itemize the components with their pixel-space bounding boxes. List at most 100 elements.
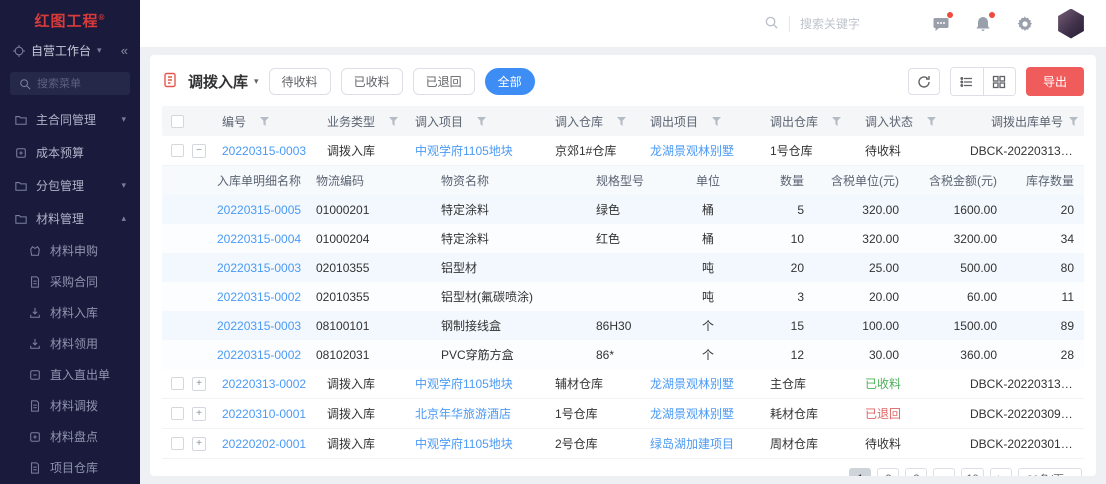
collapse-row-toggle[interactable]: − <box>192 144 206 158</box>
subtable-header-row: 入库单明细名称 物流编码 物资名称 规格型号 单位 数量 含税单位(元) 含税金… <box>162 166 1084 195</box>
export-button[interactable]: 导出 <box>1026 67 1084 96</box>
page-button[interactable]: 10 <box>961 468 983 476</box>
page-button[interactable]: 1 <box>849 468 871 476</box>
out-project-link[interactable]: 龙湖景观林别墅 <box>650 144 734 158</box>
expand-row-toggle[interactable]: + <box>192 377 206 391</box>
out-project-link[interactable]: 龙湖景观林别墅 <box>650 377 734 391</box>
in-project-link[interactable]: 中观学府1105地块 <box>415 437 513 451</box>
filter-icon[interactable] <box>389 117 398 126</box>
budget-icon <box>14 146 27 159</box>
page-button[interactable]: 3 <box>905 468 927 476</box>
sidebar-item-material-mgmt[interactable]: 材料管理▴ <box>0 202 140 235</box>
view-switcher <box>950 67 1016 96</box>
sidebar-item-cost-budget[interactable]: 成本预算 <box>0 136 140 169</box>
stocktake-icon <box>28 430 41 443</box>
notification-dot <box>947 12 953 18</box>
in-project-link[interactable]: 中观学府1105地块 <box>415 144 513 158</box>
chevron-down-icon: ▾ <box>1069 475 1073 477</box>
message-icon[interactable] <box>930 13 952 35</box>
gear-icon[interactable] <box>1014 13 1036 35</box>
row-checkbox[interactable] <box>171 407 184 420</box>
sidebar-item-stocktake[interactable]: 材料盘点 <box>0 421 140 452</box>
filter-icon[interactable] <box>617 117 626 126</box>
filter-icon[interactable] <box>260 117 269 126</box>
main-area: 调拨入库 ▾ 待收料 已收料 已退回 全部 导出 <box>140 0 1106 484</box>
sidebar-item-direct-in-out[interactable]: 直入直出单 <box>0 359 140 390</box>
detail-link[interactable]: 20220315-0005 <box>217 203 301 217</box>
grid-view-icon[interactable] <box>983 68 1015 95</box>
detail-link[interactable]: 20220315-0003 <box>217 261 301 275</box>
sidebar-item-main-contract[interactable]: 主合同管理▾ <box>0 103 140 136</box>
search-icon <box>18 77 31 90</box>
global-search[interactable] <box>764 15 910 33</box>
page-title: 调拨入库 <box>188 71 248 92</box>
record-id-link[interactable]: 20220310-0001 <box>222 407 306 421</box>
filter-icon[interactable] <box>927 117 936 126</box>
content: 调拨入库 ▾ 待收料 已收料 已退回 全部 导出 <box>140 47 1106 484</box>
page-ellipsis[interactable]: ··· <box>933 468 955 476</box>
sidebar-item-subcontract[interactable]: 分包管理▾ <box>0 169 140 202</box>
record-id-link[interactable]: 20220202-0001 <box>222 437 306 451</box>
filter-icon[interactable] <box>832 117 841 126</box>
table-row: − 20220315-0003 调拨入库 中观学府1105地块 京郊1#仓库 龙… <box>162 136 1084 166</box>
page-size-select[interactable]: 20条/页▾ <box>1018 468 1082 476</box>
sidebar-item-material-transfer[interactable]: 材料调拨 <box>0 390 140 421</box>
sidebar-item-purchase-contract[interactable]: 采购合同 <box>0 266 140 297</box>
detail-link[interactable]: 20220315-0004 <box>217 232 301 246</box>
filter-all-button[interactable]: 全部 <box>485 68 535 95</box>
subtable-row: 20220315-0004 01000204 特定涂料 红色 桶 10 320.… <box>162 224 1084 253</box>
filter-icon[interactable] <box>477 117 486 126</box>
in-project-link[interactable]: 中观学府1105地块 <box>415 377 513 391</box>
expand-row-toggle[interactable]: + <box>192 407 206 421</box>
page-button[interactable]: 2 <box>877 468 899 476</box>
material-use-icon <box>28 337 41 350</box>
folder-icon <box>14 179 27 192</box>
filter-returned-button[interactable]: 已退回 <box>413 68 475 95</box>
next-page-button[interactable]: > <box>990 468 1012 476</box>
subtable-row: 20220315-0002 08102031 PVC穿筋方盒 86* 个 12 … <box>162 340 1084 369</box>
filter-icon[interactable] <box>1069 117 1078 126</box>
sidebar-nav: 主合同管理▾ 成本预算 分包管理▾ 材料管理▴ 材料申购 采购合同 <box>0 103 140 484</box>
chevron-down-icon: ▾ <box>121 114 126 125</box>
detail-link[interactable]: 20220315-0003 <box>217 319 301 333</box>
select-all-checkbox[interactable] <box>171 115 184 128</box>
chevron-up-icon: ▴ <box>121 213 126 224</box>
transfer-inbound-card: 调拨入库 ▾ 待收料 已收料 已退回 全部 导出 <box>150 55 1096 476</box>
row-checkbox[interactable] <box>171 437 184 450</box>
sidebar-item-material-purchase[interactable]: 材料申购 <box>0 235 140 266</box>
out-project-link[interactable]: 龙湖景观林别墅 <box>650 407 734 421</box>
status-badge: 已收料 <box>861 375 966 392</box>
sidebar-item-material-use[interactable]: 材料领用 <box>0 328 140 359</box>
sidebar-collapse-icon[interactable]: « <box>121 43 128 58</box>
refresh-button[interactable] <box>908 68 940 95</box>
sidebar-item-project-warehouse[interactable]: 项目仓库 <box>0 452 140 483</box>
material-in-icon <box>28 306 41 319</box>
bell-icon[interactable] <box>972 13 994 35</box>
topbar <box>140 0 1106 47</box>
expand-row-toggle[interactable]: + <box>192 437 206 451</box>
menu-search[interactable] <box>10 72 130 95</box>
detail-link[interactable]: 20220315-0002 <box>217 348 301 362</box>
project-warehouse-icon <box>28 461 41 474</box>
status-badge: 待收料 <box>861 142 966 159</box>
filter-pending-button[interactable]: 待收料 <box>269 68 331 95</box>
global-search-input[interactable] <box>800 17 910 31</box>
out-project-link[interactable]: 绿岛湖加建项目 <box>650 437 734 451</box>
in-project-link[interactable]: 北京年华旅游酒店 <box>415 407 511 421</box>
detail-link[interactable]: 20220315-0002 <box>217 290 301 304</box>
avatar[interactable] <box>1056 9 1086 39</box>
sidebar-item-material-in[interactable]: 材料入库 <box>0 297 140 328</box>
filter-icon[interactable] <box>712 117 721 126</box>
contract-icon <box>28 275 41 288</box>
list-view-icon[interactable] <box>951 68 983 95</box>
row-checkbox[interactable] <box>171 377 184 390</box>
app-window: 红图工程® 自营工作台 ▾ « 主合同管理▾ 成本预算 分包管理▾ <box>0 0 1106 484</box>
record-id-link[interactable]: 20220313-0002 <box>222 377 306 391</box>
subtable-row: 20220315-0002 02010355 铝型材(氟碳喷涂) 吨 3 20.… <box>162 282 1084 311</box>
row-checkbox[interactable] <box>171 144 184 157</box>
workspace-switcher[interactable]: 自营工作台 ▾ « <box>0 35 140 66</box>
record-id-link[interactable]: 20220315-0003 <box>222 144 306 158</box>
menu-search-input[interactable] <box>37 78 117 90</box>
filter-received-button[interactable]: 已收料 <box>341 68 403 95</box>
chevron-down-icon[interactable]: ▾ <box>254 76 259 87</box>
